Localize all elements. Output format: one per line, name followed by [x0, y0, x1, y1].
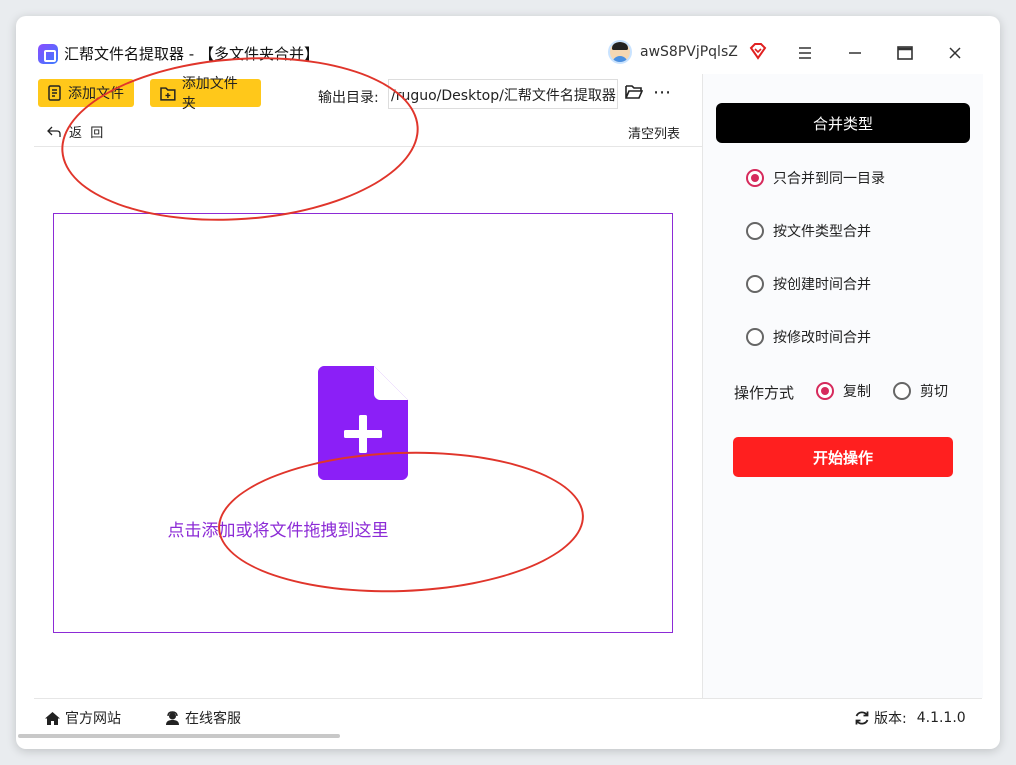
vip-diamond-icon[interactable] [749, 42, 767, 60]
refresh-icon[interactable] [854, 710, 870, 726]
customer-service-icon [166, 710, 179, 725]
username[interactable]: awS8PVjPqlsZ [640, 44, 738, 60]
back-arrow-icon [47, 126, 61, 137]
start-operation-button[interactable]: 开始操作 [733, 437, 953, 477]
official-site-link[interactable]: 官方网站 [44, 708, 121, 728]
minimize-icon[interactable] [840, 38, 870, 68]
radio-button[interactable] [746, 169, 764, 187]
horizontal-scrollbar[interactable] [18, 734, 340, 738]
radio-button[interactable] [746, 222, 764, 240]
close-icon[interactable] [940, 38, 970, 68]
add-file-button[interactable]: 添加文件 [38, 79, 134, 107]
add-file-icon [48, 85, 61, 101]
back-button[interactable]: 返 回 [47, 122, 103, 141]
radio-button[interactable] [816, 382, 834, 400]
title-bar[interactable]: 汇帮文件名提取器 - 【多文件夹合并】 awS8PVjPqlsZ [16, 16, 1000, 74]
op-option-label: 复制 [843, 384, 871, 400]
radio-button[interactable] [746, 275, 764, 293]
radio-button[interactable] [893, 382, 911, 400]
menu-icon[interactable] [790, 38, 820, 68]
op-option-label: 剪切 [920, 384, 948, 400]
add-file-large-icon [318, 366, 408, 480]
merge-type-header: 合并类型 [716, 103, 970, 143]
merge-option-label: 按文件类型合并 [773, 224, 871, 240]
maximize-icon[interactable] [890, 38, 920, 68]
file-drop-zone[interactable]: 点击添加或将文件拖拽到这里 [53, 213, 673, 633]
home-icon [45, 711, 60, 725]
clear-list-button[interactable]: 清空列表 [628, 123, 680, 142]
online-service-label: 在线客服 [185, 711, 241, 727]
add-file-label: 添加文件 [68, 86, 124, 102]
more-options-icon[interactable]: ⋯ [653, 82, 672, 103]
add-folder-icon [160, 86, 176, 101]
merge-option-label: 只合并到同一目录 [773, 171, 885, 187]
add-folder-label: 添加文件夹 [181, 76, 238, 112]
drop-hint-text[interactable]: 点击添加或将文件拖拽到这里 [54, 516, 502, 541]
app-logo-icon [38, 44, 58, 64]
official-site-label: 官方网站 [65, 711, 121, 727]
version-label: 版本: [874, 711, 907, 727]
operation-mode-label: 操作方式 [734, 384, 795, 402]
online-service-link[interactable]: 在线客服 [164, 708, 241, 728]
toolbar-divider [34, 146, 702, 147]
user-avatar[interactable] [608, 40, 632, 64]
radio-button[interactable] [746, 328, 764, 346]
output-dir-field[interactable]: /ruguo/Desktop/汇帮文件名提取器 [388, 79, 618, 109]
merge-option-label: 按创建时间合并 [773, 277, 871, 293]
add-folder-button[interactable]: 添加文件夹 [150, 76, 261, 112]
op-option-copy[interactable]: 复制 [816, 381, 871, 401]
footer-divider [34, 698, 982, 699]
merge-option-same-dir[interactable]: 只合并到同一目录 [746, 168, 885, 188]
back-label: 返 回 [69, 126, 104, 141]
merge-option-by-modified[interactable]: 按修改时间合并 [746, 327, 871, 347]
version-info: 版本: 4.1.1.0 [854, 708, 966, 728]
folder-open-icon[interactable] [625, 84, 643, 100]
merge-option-by-type[interactable]: 按文件类型合并 [746, 221, 871, 241]
app-window: 汇帮文件名提取器 - 【多文件夹合并】 awS8PVjPqlsZ 添加文件 添加… [16, 16, 1000, 749]
merge-option-by-created[interactable]: 按创建时间合并 [746, 274, 871, 294]
merge-option-label: 按修改时间合并 [773, 330, 871, 346]
version-value: 4.1.1.0 [916, 710, 966, 726]
window-title: 汇帮文件名提取器 - 【多文件夹合并】 [64, 45, 319, 63]
output-dir-label: 输出目录: [318, 90, 379, 106]
op-option-cut[interactable]: 剪切 [893, 381, 948, 401]
